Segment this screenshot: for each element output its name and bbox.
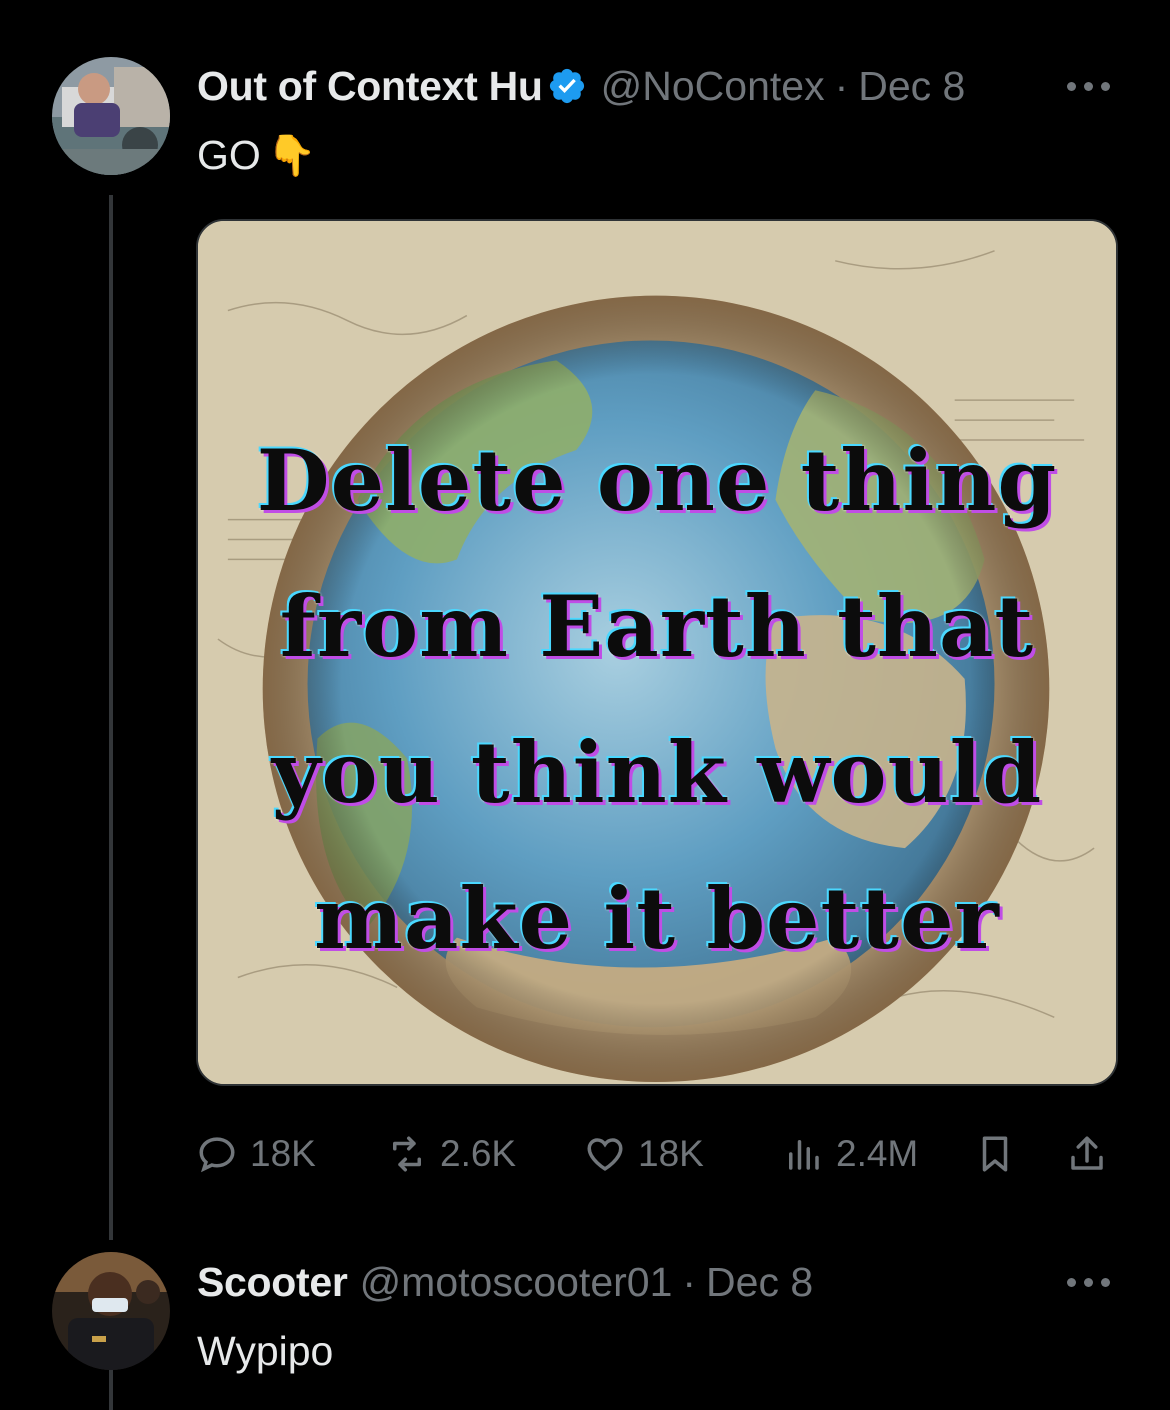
like-button[interactable]: 18K [584, 1128, 704, 1180]
reply-more-options-icon[interactable] [1067, 1278, 1110, 1287]
tweet-text: GO 👇 [197, 130, 317, 180]
meme-line-1: Delete one thing [256, 431, 1058, 530]
tweet-image[interactable]: Delete one thing from Earth that you thi… [196, 219, 1118, 1086]
views-button[interactable]: 2.4M [782, 1128, 918, 1180]
tweet-text-content: GO [197, 131, 261, 178]
reply-header: Scooter @motoscooter01 · Dec 8 [197, 1256, 813, 1308]
tweet-header: Out of Context Hu @NoContex · Dec 8 [197, 60, 965, 112]
reply-header-separator: · [682, 1258, 697, 1305]
author-handle[interactable]: @NoContex [601, 63, 825, 110]
repost-icon [393, 1136, 421, 1172]
reply-text: Wypipo [197, 1327, 334, 1374]
bookmark-icon [982, 1136, 1008, 1172]
view-count: 2.4M [836, 1133, 919, 1174]
heart-icon [587, 1138, 623, 1171]
meme-line-2: from Earth that [279, 577, 1035, 676]
thread-line [109, 195, 113, 1240]
share-icon [1071, 1136, 1103, 1170]
repost-count: 2.6K [440, 1133, 517, 1174]
reply-author-avatar[interactable] [52, 1252, 170, 1370]
views-chart-icon [789, 1140, 819, 1170]
author-avatar[interactable] [52, 57, 170, 175]
verified-badge-icon [549, 68, 584, 104]
header-separator: · [834, 62, 849, 109]
more-options-icon[interactable] [1067, 82, 1110, 91]
pointing-down-emoji: 👇 [266, 133, 317, 178]
reply-count: 18K [250, 1133, 316, 1174]
meme-line-4: make it better [314, 869, 1000, 968]
author-name[interactable]: Out of Context Hu [197, 63, 543, 110]
bookmark-button[interactable] [974, 1128, 1016, 1180]
repost-button[interactable]: 2.6K [386, 1128, 516, 1180]
reply-author-name[interactable]: Scooter [197, 1259, 348, 1306]
meme-caption: Delete one thing from Earth that you thi… [198, 411, 1116, 989]
reply-button[interactable]: 18K [196, 1128, 316, 1180]
reply-icon [199, 1137, 235, 1173]
meme-line-3: you think would [271, 723, 1043, 822]
tweet-action-bar: 18K 2.6K 18K 2.4M [196, 1128, 1116, 1180]
share-button[interactable] [1066, 1128, 1108, 1180]
reply-author-handle[interactable]: @motoscooter01 [360, 1259, 673, 1306]
reply-date[interactable]: Dec 8 [706, 1259, 813, 1306]
like-count: 18K [638, 1133, 704, 1174]
tweet-date[interactable]: Dec 8 [858, 63, 965, 110]
